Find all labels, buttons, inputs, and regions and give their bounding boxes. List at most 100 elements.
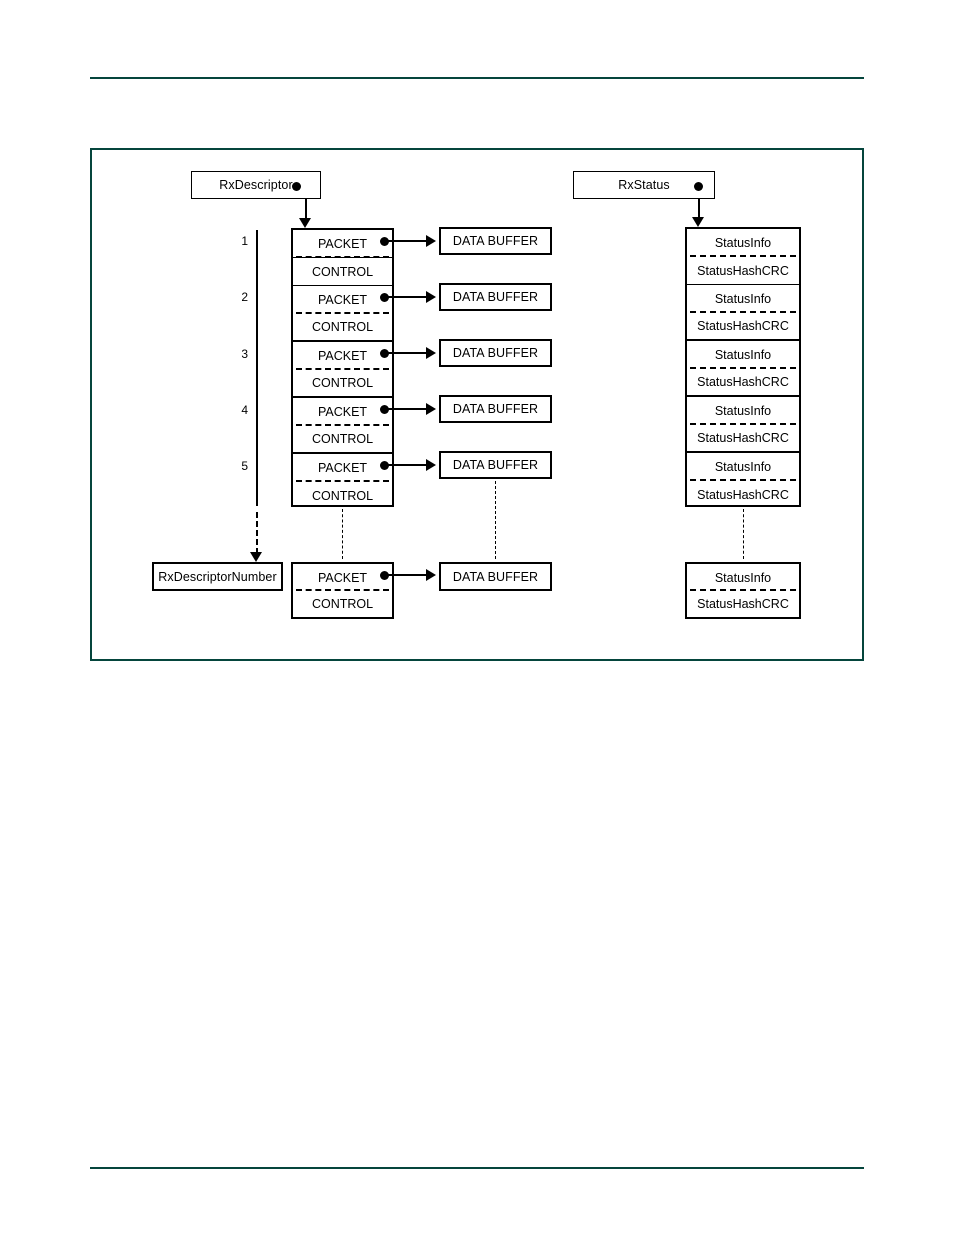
descriptor-entry-5-packet-label: PACKET	[317, 461, 368, 475]
descriptor-index-3: 3	[241, 347, 248, 361]
data-buffer-last-label: DATA BUFFER	[452, 569, 539, 584]
status-entry-4-info-label: StatusInfo	[714, 404, 772, 418]
status-entry-3-hashcrc: StatusHashCRC	[687, 369, 799, 397]
rx-status-pointer-dot	[694, 181, 703, 191]
rx-descriptor-box: RxDescriptor	[191, 171, 321, 199]
page-canvas: RxDescriptor RxStatus 1 2 3 4 5 RxDescri…	[0, 0, 954, 1235]
descriptor-entry-3-packet-label: PACKET	[317, 349, 368, 363]
descriptor-index-2: 2	[241, 290, 248, 304]
descriptor-index-1: 1	[241, 234, 248, 248]
status-entry-4-dash	[690, 423, 796, 425]
descriptor-index-ruler-arrowhead	[250, 552, 262, 562]
status-entry-5-dash	[690, 479, 796, 481]
status-entry-1-hashcrc-label: StatusHashCRC	[697, 263, 789, 278]
descriptor-index-4: 4	[241, 403, 248, 417]
rx-status-connector-line	[698, 199, 700, 218]
descriptor-3-buffer-line	[385, 352, 427, 354]
status-entry-1-info: StatusInfo	[687, 229, 799, 257]
rx-descriptor-label: RxDescriptor	[219, 178, 293, 192]
descriptor-entry-5-control: CONTROL	[293, 482, 392, 510]
data-buffer-1-label: DATA BUFFER	[452, 234, 539, 248]
descriptor-4-buffer-arrowhead	[426, 403, 436, 415]
data-buffer-3-label: DATA BUFFER	[452, 346, 539, 360]
status-entry-2-dash	[690, 311, 796, 313]
rx-descriptor-number-box: RxDescriptorNumber	[152, 562, 283, 591]
descriptor-entry-4-dash	[296, 424, 389, 426]
descriptor-entry-4-packet: PACKET	[293, 398, 392, 426]
status-entry-last-info-label: StatusInfo	[714, 570, 772, 585]
descriptor-entry-2-packet-label: PACKET	[317, 293, 368, 307]
data-buffer-2-label: DATA BUFFER	[452, 290, 539, 304]
data-buffer-last: DATA BUFFER	[439, 562, 552, 591]
data-buffer-3: DATA BUFFER	[439, 339, 552, 367]
status-entry-1-info-label: StatusInfo	[714, 236, 772, 250]
descriptor-entry-5-control-label: CONTROL	[311, 489, 374, 503]
descriptor-3-buffer-arrowhead	[426, 347, 436, 359]
descriptor-index-ruler	[256, 230, 258, 506]
status-entry-3-info: StatusInfo	[687, 341, 799, 369]
rx-descriptor-connector-line	[305, 199, 307, 219]
status-entry-last-hashcrc-label: StatusHashCRC	[697, 597, 789, 611]
descriptor-entry-1-control-label: CONTROL	[311, 264, 374, 279]
descriptor-entry-2-packet: PACKET	[293, 286, 392, 314]
data-buffer-2: DATA BUFFER	[439, 283, 552, 311]
status-entry-2-info-label: StatusInfo	[714, 292, 772, 306]
descriptor-4-buffer-line	[385, 408, 427, 410]
descriptor-entry-last-packet-label: PACKET	[317, 570, 368, 585]
descriptor-entry-3-dash	[296, 368, 389, 370]
status-entry-4-hashcrc-label: StatusHashCRC	[697, 431, 789, 445]
descriptor-entry-1-packet: PACKET	[293, 230, 392, 258]
status-entry-1-hashcrc: StatusHashCRC	[687, 257, 799, 285]
descriptor-entry-3-control: CONTROL	[293, 370, 392, 398]
status-entry-last-info: StatusInfo	[687, 564, 799, 591]
descriptor-entry-2-control: CONTROL	[293, 314, 392, 342]
status-entry-5-info-label: StatusInfo	[714, 460, 772, 474]
rx-descriptor-number-label: RxDescriptorNumber	[158, 569, 277, 584]
status-entry-1-dash	[690, 255, 796, 257]
data-buffer-5: DATA BUFFER	[439, 451, 552, 479]
rx-status-box: RxStatus	[573, 171, 715, 199]
status-stack-continuation-dash	[743, 509, 744, 559]
descriptor-entry-1-dash	[296, 256, 389, 258]
descriptor-index-5: 5	[241, 459, 248, 473]
descriptor-entry-last-packet: PACKET	[293, 564, 392, 591]
descriptor-1-buffer-line	[385, 240, 427, 242]
descriptor-entry-1-packet-label: PACKET	[317, 236, 368, 251]
rx-status-label: RxStatus	[618, 178, 670, 192]
data-buffer-continuation-dash	[495, 481, 496, 559]
descriptor-5-buffer-line	[385, 464, 427, 466]
descriptor-entry-5-packet: PACKET	[293, 454, 392, 482]
descriptor-last-buffer-line	[385, 574, 427, 576]
data-buffer-4-label: DATA BUFFER	[452, 402, 539, 416]
data-buffer-4: DATA BUFFER	[439, 395, 552, 423]
descriptor-entry-4-control: CONTROL	[293, 426, 392, 454]
status-entry-5-info: StatusInfo	[687, 453, 799, 481]
rx-descriptor-arrowhead	[299, 218, 311, 228]
status-entry-2-hashcrc: StatusHashCRC	[687, 313, 799, 341]
descriptor-entry-last-control: CONTROL	[293, 591, 392, 617]
status-entry-2-info: StatusInfo	[687, 285, 799, 313]
descriptor-entry-5-dash	[296, 480, 389, 482]
status-entry-5-hashcrc-label: StatusHashCRC	[697, 488, 789, 502]
descriptor-2-buffer-line	[385, 296, 427, 298]
descriptor-entry-4-control-label: CONTROL	[311, 432, 374, 446]
rx-status-arrowhead	[692, 217, 704, 227]
status-entry-3-info-label: StatusInfo	[714, 348, 772, 362]
descriptor-2-buffer-arrowhead	[426, 291, 436, 303]
descriptor-entry-2-control-label: CONTROL	[311, 320, 374, 334]
descriptor-last-buffer-arrowhead	[426, 569, 436, 581]
rx-descriptor-pointer-dot	[292, 181, 301, 191]
descriptor-entry-3-packet: PACKET	[293, 342, 392, 370]
descriptor-entry-last-control-label: CONTROL	[311, 597, 374, 611]
status-entry-2-hashcrc-label: StatusHashCRC	[697, 319, 789, 333]
footer-rule	[90, 1167, 864, 1169]
data-buffer-1: DATA BUFFER	[439, 227, 552, 255]
status-entry-3-dash	[690, 367, 796, 369]
status-entry-4-hashcrc: StatusHashCRC	[687, 425, 799, 453]
descriptor-entry-2-dash	[296, 312, 389, 314]
descriptor-entry-last-dash	[296, 589, 389, 591]
status-entry-last-hashcrc: StatusHashCRC	[687, 591, 799, 617]
data-buffer-5-label: DATA BUFFER	[452, 458, 539, 472]
descriptor-1-buffer-arrowhead	[426, 235, 436, 247]
descriptor-5-buffer-arrowhead	[426, 459, 436, 471]
